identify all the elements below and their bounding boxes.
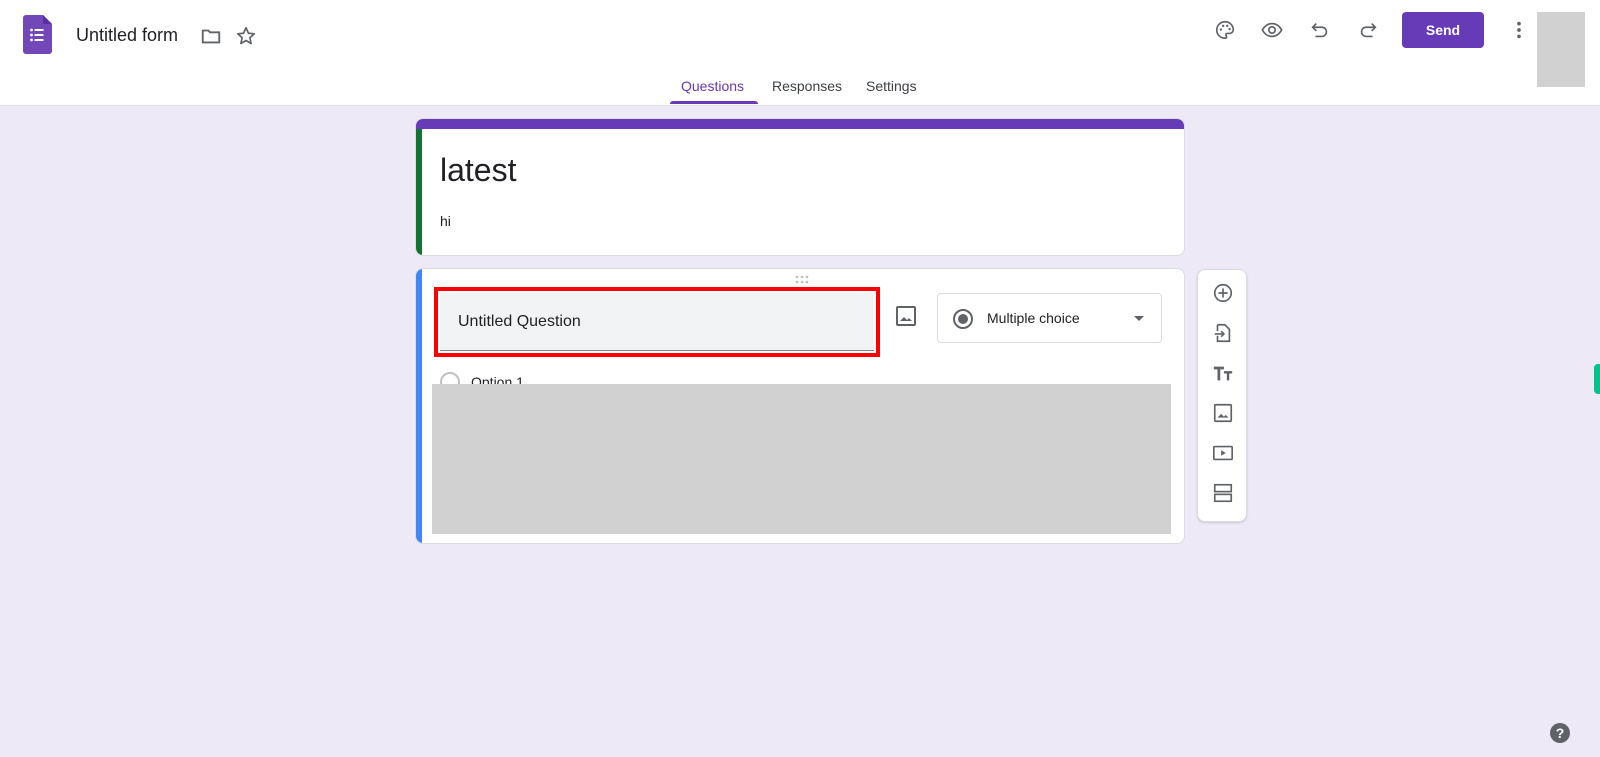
star-icon[interactable] (234, 24, 258, 48)
side-panel-tab[interactable] (1594, 364, 1600, 394)
account-avatar[interactable] (1537, 12, 1585, 87)
question-type-label: Multiple choice (987, 310, 1080, 326)
send-button[interactable]: Send (1402, 12, 1484, 48)
form-heading[interactable]: latest (440, 152, 516, 189)
more-vert-icon[interactable] (1507, 18, 1531, 42)
side-toolbar (1197, 269, 1247, 522)
form-tabs: Questions Responses Settings (0, 78, 1600, 106)
palette-icon[interactable] (1213, 18, 1237, 42)
title-card-focus-bar (416, 129, 422, 255)
form-description[interactable]: hi (440, 213, 451, 229)
question-title-input[interactable] (440, 293, 874, 351)
preview-eye-icon[interactable] (1260, 18, 1284, 42)
add-image-icon[interactable] (894, 304, 918, 328)
drag-handle-icon[interactable] (794, 275, 810, 285)
tab-responses[interactable]: Responses (772, 78, 842, 106)
add-section-icon[interactable] (1211, 481, 1235, 505)
title-card-accent-bar (416, 119, 1184, 129)
import-questions-icon[interactable] (1211, 321, 1235, 345)
form-title[interactable]: Untitled form (76, 25, 178, 46)
add-title-icon[interactable] (1211, 361, 1235, 385)
radio-button-icon (953, 309, 973, 329)
add-question-icon[interactable] (1211, 281, 1235, 305)
folder-icon[interactable] (199, 24, 223, 48)
active-tab-indicator (670, 101, 758, 104)
add-video-icon[interactable] (1211, 441, 1235, 465)
redo-icon[interactable] (1356, 18, 1380, 42)
add-image-icon[interactable] (1211, 401, 1235, 425)
undo-icon[interactable] (1308, 18, 1332, 42)
question-title-highlight (434, 287, 880, 357)
question-focus-bar (416, 269, 422, 543)
redacted-region (432, 384, 1171, 534)
tab-settings[interactable]: Settings (866, 78, 917, 106)
dropdown-arrow-icon (1134, 316, 1144, 321)
forms-logo-icon[interactable] (23, 15, 52, 54)
question-type-dropdown[interactable]: Multiple choice (937, 293, 1162, 343)
question-card[interactable]: Multiple choice Option 1 (415, 268, 1185, 544)
form-title-card[interactable]: latest hi (415, 118, 1185, 256)
help-icon[interactable]: ? (1550, 723, 1570, 743)
top-bar: Untitled form Send Questions Responses S… (0, 0, 1600, 106)
